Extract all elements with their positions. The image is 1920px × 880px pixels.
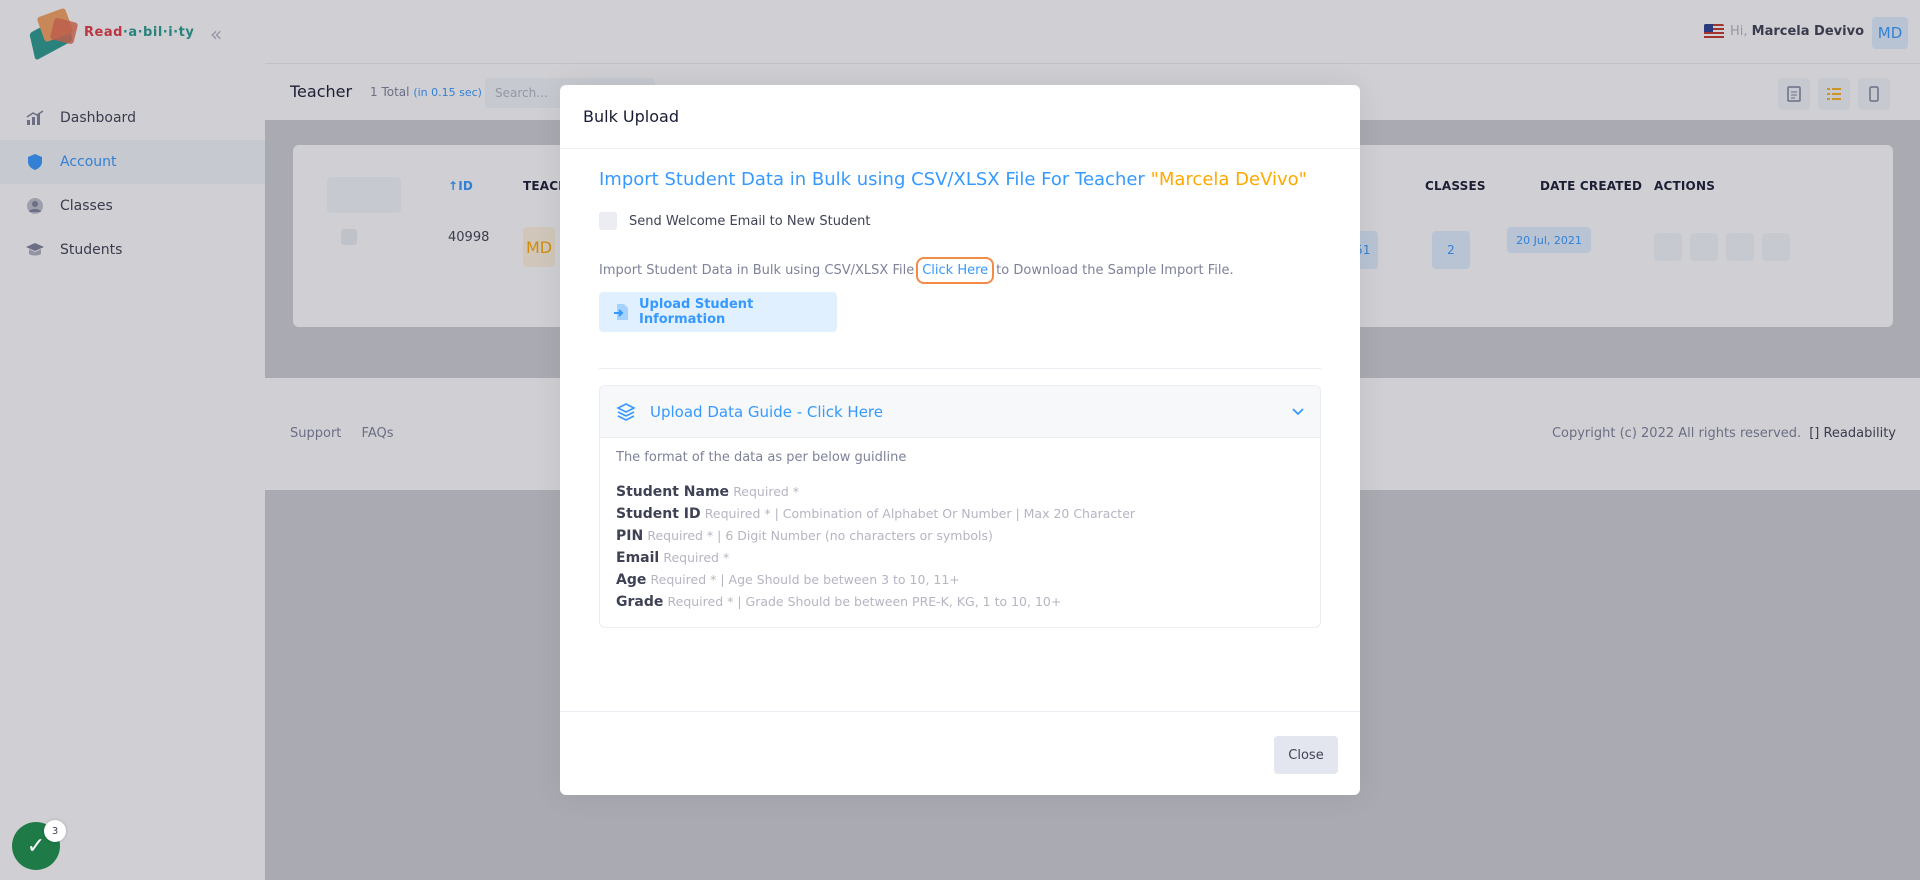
guide-intro: The format of the data as per below guid… (616, 450, 907, 465)
guide-field-row: Grade Required * | Grade Should be betwe… (616, 591, 1304, 613)
bulk-upload-modal: Bulk Upload Import Student Data in Bulk … (560, 85, 1360, 795)
close-button[interactable]: Close (1274, 736, 1338, 774)
field-name: Student Name (616, 484, 730, 500)
field-description: Required * | 6 Digit Number (no characte… (647, 528, 993, 543)
welcome-email-option[interactable]: Send Welcome Email to New Student (599, 212, 1321, 230)
guide-field-row: PIN Required * | 6 Digit Number (no char… (616, 525, 1304, 547)
import-heading: Import Student Data in Bulk using CSV/XL… (599, 169, 1307, 190)
file-import-icon (613, 303, 629, 321)
guide-field-row: Student Name Required * (616, 481, 1304, 503)
welcome-email-checkbox[interactable] (599, 212, 617, 230)
layers-icon (616, 402, 636, 422)
modal-footer: Close (560, 711, 1360, 795)
modal-body: Import Student Data in Bulk using CSV/XL… (599, 169, 1321, 628)
field-description: Required * | Grade Should be between PRE… (667, 594, 1062, 609)
field-name: PIN (616, 528, 644, 544)
upload-data-guide: Upload Data Guide - Click Here The forma… (599, 385, 1321, 628)
upload-data-guide-toggle[interactable]: Upload Data Guide - Click Here (600, 386, 1320, 438)
field-description: Required * | Age Should be between 3 to … (650, 572, 960, 587)
notification-count-badge: 3 (44, 820, 66, 842)
divider (599, 368, 1321, 369)
chevron-down-icon (1292, 407, 1304, 416)
field-description: Required * (663, 550, 730, 565)
field-name: Grade (616, 594, 664, 610)
modal-title: Bulk Upload (560, 85, 1360, 149)
guide-title: Upload Data Guide - Click Here (650, 402, 883, 421)
welcome-email-label: Send Welcome Email to New Student (629, 213, 871, 229)
upload-student-information-button[interactable]: Upload Student Information (599, 292, 837, 332)
guide-field-row: Student ID Required * | Combination of A… (616, 503, 1304, 525)
download-sample-link[interactable]: Click Here (916, 257, 995, 284)
teacher-name: "Marcela DeVivo" (1150, 169, 1307, 190)
check-icon: ✓ (26, 833, 46, 859)
guide-content: The format of the data as per below guid… (600, 438, 1320, 627)
field-name: Student ID (616, 506, 701, 522)
field-name: Age (616, 572, 647, 588)
guide-field-row: Email Required * (616, 547, 1304, 569)
field-name: Email (616, 550, 660, 566)
field-description: Required * (733, 484, 800, 499)
field-description: Required * | Combination of Alphabet Or … (704, 506, 1136, 521)
download-sample-line: Import Student Data in Bulk using CSV/XL… (599, 257, 1321, 284)
guide-field-row: Age Required * | Age Should be between 3… (616, 569, 1304, 591)
